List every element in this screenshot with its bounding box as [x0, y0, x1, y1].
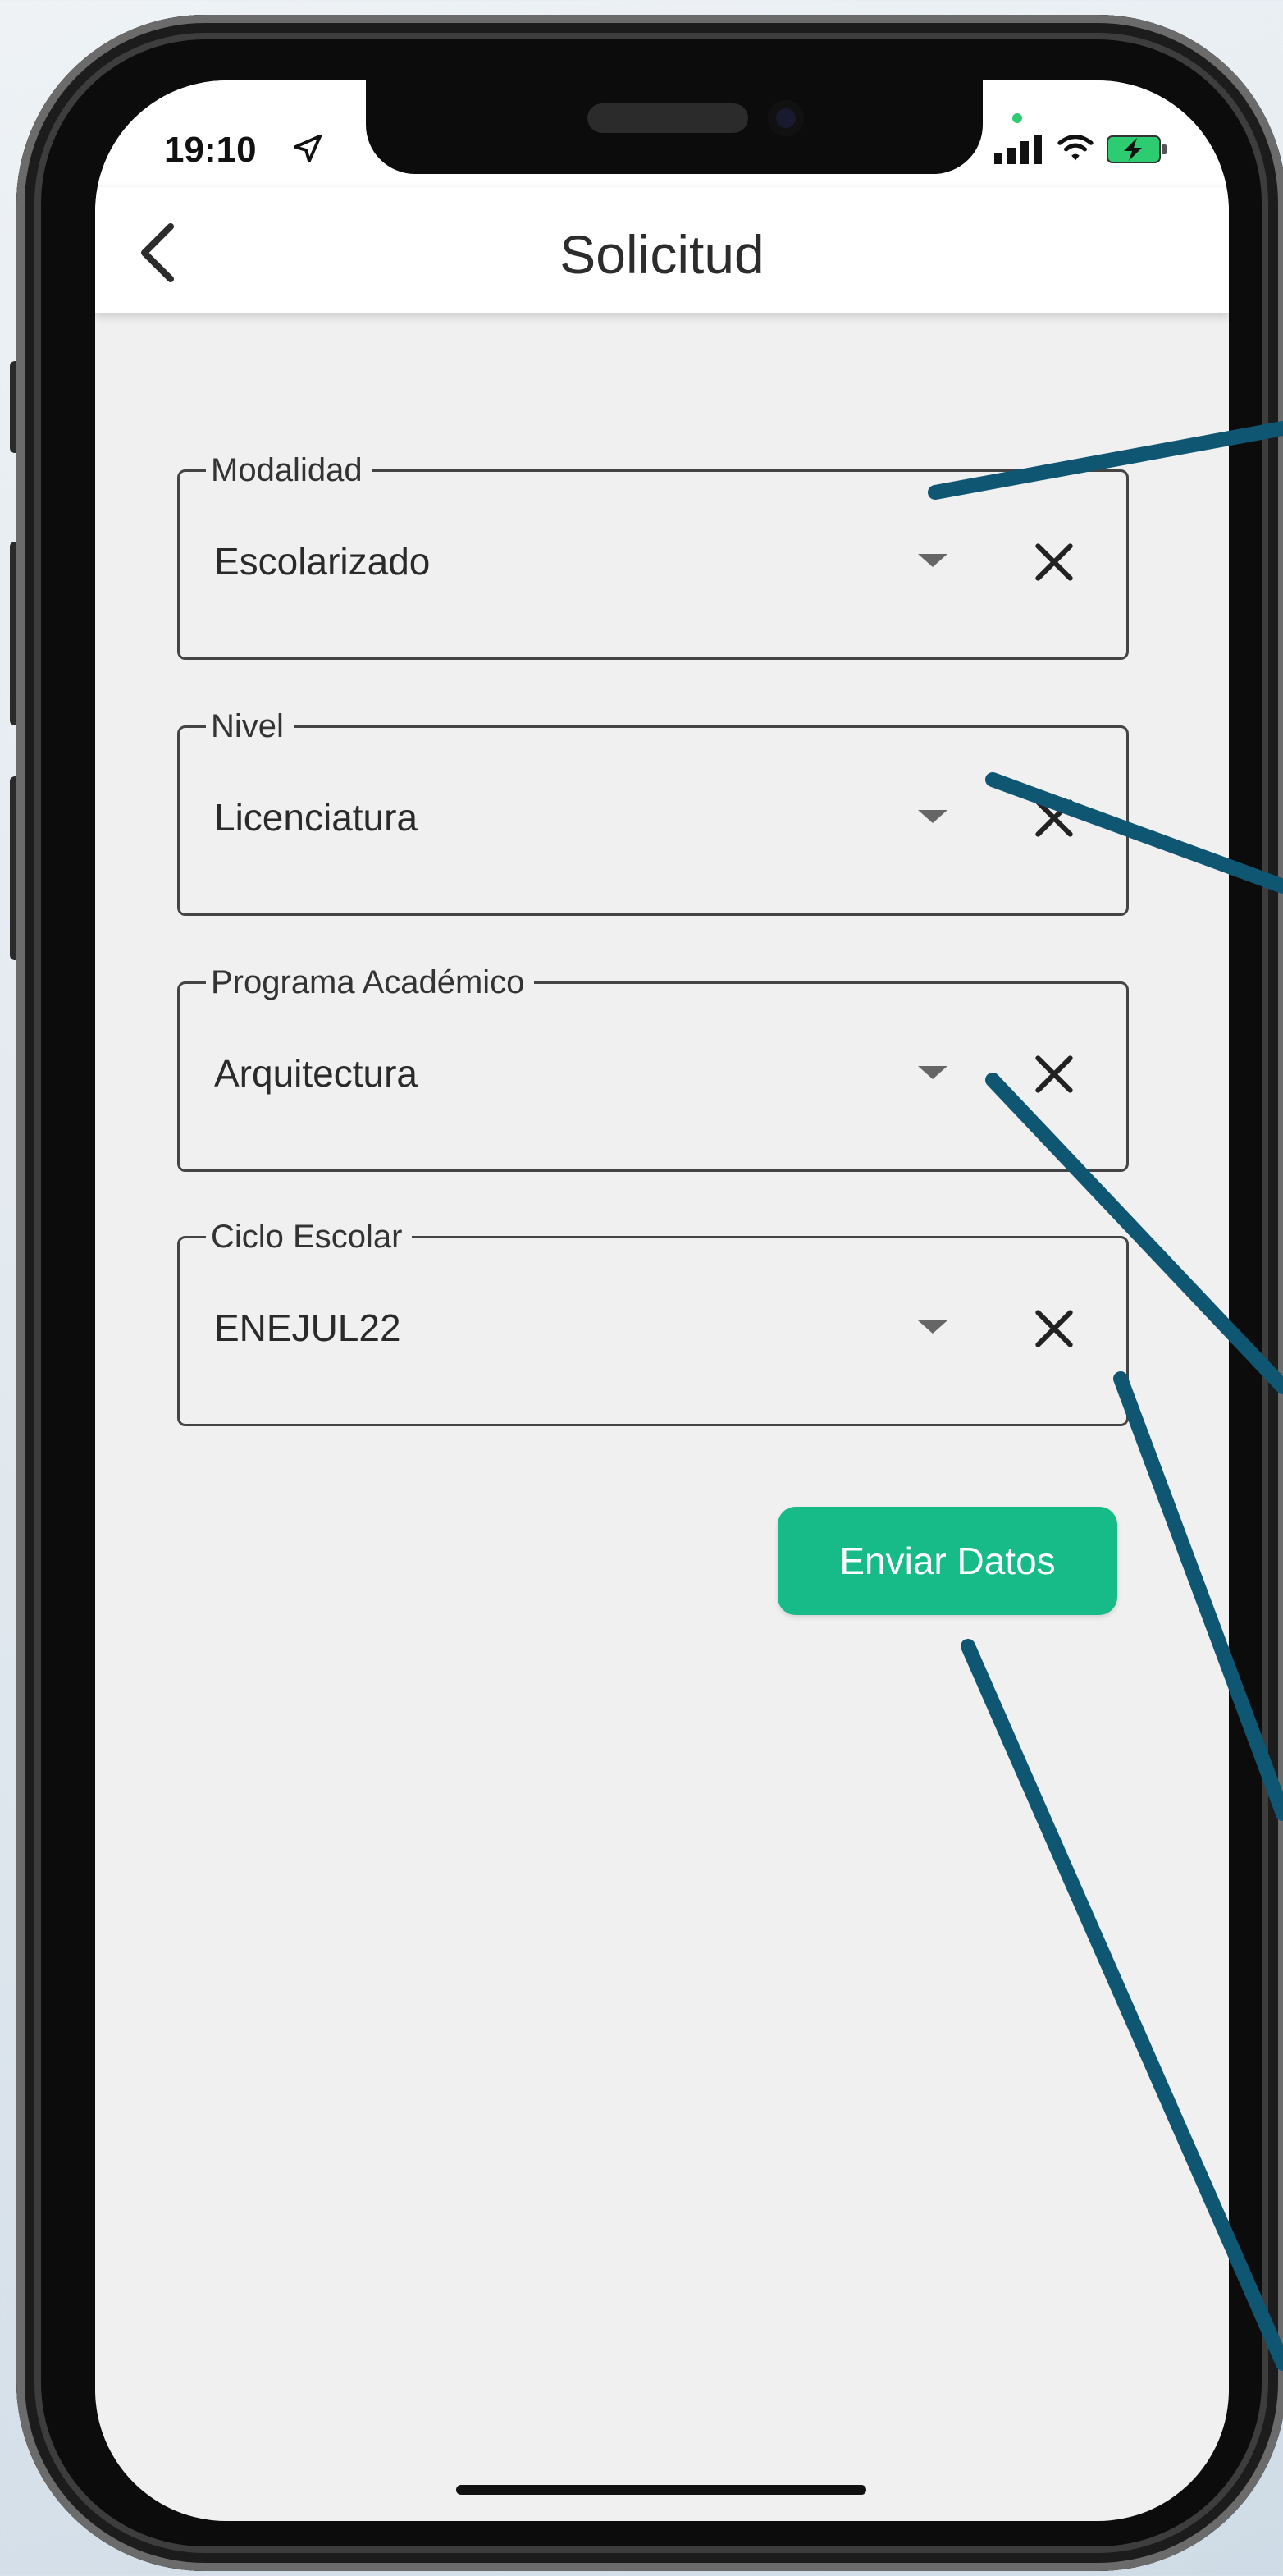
privacy-indicator [1012, 113, 1022, 123]
phone-frame: 19:10 Solicitud Modalidad Escolarizado N… [16, 15, 1283, 2571]
location-arrow-icon [293, 134, 322, 163]
status-bar: 19:10 [95, 80, 1229, 187]
phone-screen: 19:10 Solicitud Modalidad Escolarizado N… [95, 80, 1229, 2521]
battery-charging-icon [1107, 135, 1167, 163]
programa-academico-dropdown[interactable]: Programa Académico Arquitectura [177, 964, 1129, 1172]
field-value: Licenciatura [214, 796, 418, 839]
home-indicator [456, 2485, 866, 2495]
field-value: Escolarizado [214, 540, 431, 583]
dropdown-caret-icon[interactable] [918, 554, 947, 567]
modalidad-dropdown[interactable]: Modalidad Escolarizado [177, 452, 1129, 660]
page-title: Solicitud [559, 224, 765, 285]
dropdown-caret-icon[interactable] [918, 810, 947, 823]
wifi-icon [1057, 135, 1094, 161]
app-bar: Solicitud [95, 187, 1229, 313]
field-label: Modalidad [206, 452, 372, 488]
clear-icon[interactable] [1031, 1051, 1077, 1097]
dropdown-caret-icon[interactable] [918, 1066, 947, 1079]
signal-icon [994, 135, 1042, 164]
clear-icon[interactable] [1031, 539, 1077, 585]
clear-icon[interactable] [1031, 1306, 1077, 1352]
field-value: Arquitectura [214, 1052, 418, 1095]
field-label: Nivel [206, 708, 294, 744]
field-label: Ciclo Escolar [206, 1219, 413, 1255]
camera-notch [366, 80, 983, 174]
clear-icon[interactable] [1031, 795, 1077, 841]
enviar-datos-button[interactable]: Enviar Datos [778, 1507, 1117, 1615]
field-value: ENEJUL22 [214, 1306, 401, 1349]
ciclo-escolar-dropdown[interactable]: Ciclo Escolar ENEJUL22 [177, 1219, 1129, 1426]
field-label: Programa Académico [206, 964, 535, 1000]
status-time: 19:10 [164, 130, 257, 170]
nivel-dropdown[interactable]: Nivel Licenciatura [177, 708, 1129, 916]
dropdown-caret-icon[interactable] [918, 1320, 947, 1334]
front-camera [768, 100, 804, 136]
speaker-grille [587, 103, 748, 133]
